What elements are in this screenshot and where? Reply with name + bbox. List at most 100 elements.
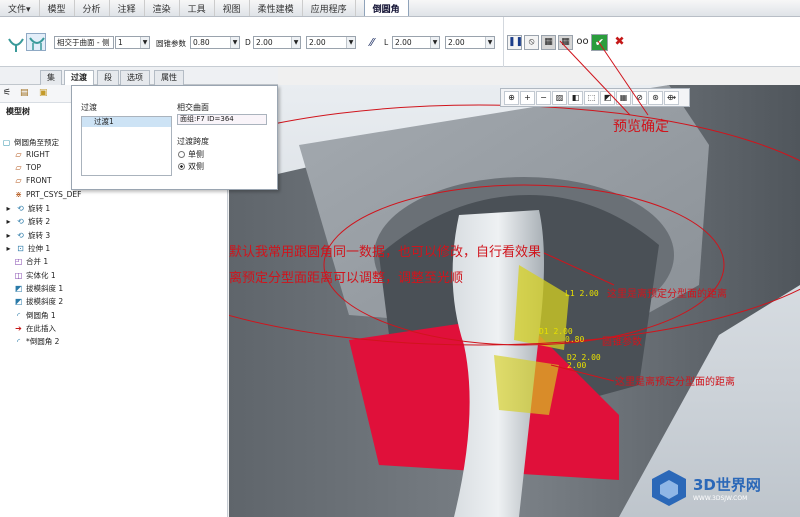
display-style-icon[interactable]: ◩ — [600, 90, 615, 105]
draft-icon: ◩ — [14, 284, 23, 293]
attached-preview-button[interactable]: ▦ — [558, 35, 573, 50]
tab-sets[interactable]: 集 — [40, 70, 62, 85]
tree-item-label: TOP — [26, 163, 42, 172]
menu-file[interactable]: 文件▾ — [0, 0, 40, 16]
cancel-button[interactable]: ✖ — [612, 35, 627, 50]
annotation-dist-note2: 这里是离预定分型面的距离 — [615, 377, 735, 388]
tab-applications[interactable]: 应用程序 — [303, 0, 356, 16]
tab-tools[interactable]: 工具 — [180, 0, 215, 16]
span-label: 过渡跨度 — [177, 137, 209, 146]
transition-list[interactable]: 过渡1 — [81, 116, 172, 176]
expand-arrow-icon[interactable]: ▸ — [4, 244, 13, 253]
tree-settings-icon[interactable]: ⚟ — [3, 88, 15, 100]
radio-single-side[interactable]: 单侧 — [178, 149, 204, 160]
round-icon: ◜ — [16, 311, 21, 320]
round-count-select[interactable]: 1 ▼ — [115, 36, 150, 49]
tab-transitions[interactable]: 过渡 — [64, 70, 94, 86]
pause-button[interactable]: ❚❚ — [507, 35, 523, 50]
revolve-icon: ⟲ — [17, 204, 24, 213]
solidify-icon: ◫ — [14, 271, 23, 280]
tree-item-top[interactable]: ▱ TOP — [14, 163, 41, 172]
radio-both-sides[interactable]: 双侧 — [178, 161, 204, 172]
expand-arrow-icon[interactable]: ▸ — [4, 204, 13, 213]
spin-center-icon[interactable]: ⊛ — [648, 90, 663, 105]
conic-param-field[interactable]: 0.80 ▼ — [190, 36, 240, 49]
graphics-window[interactable]: 默认我常用跟圆角同一数据，也可以修改，自行看效果 离预定分型面距离可以调整，调整… — [229, 85, 800, 517]
chevron-down-icon: ▼ — [346, 37, 355, 48]
tree-item-label: 实体化 1 — [26, 271, 56, 280]
tab-segments[interactable]: 段 — [97, 70, 119, 85]
perspective-icon[interactable]: ▦ — [616, 90, 631, 105]
zoom-out-icon[interactable]: − — [536, 90, 551, 105]
ribbon-separator — [503, 17, 504, 67]
constant-round-icon[interactable] — [6, 35, 26, 53]
cube-logo-icon — [652, 469, 686, 506]
ok-button[interactable]: ✔ — [591, 34, 608, 51]
tree-item-label: *倒圆角 2 — [26, 337, 60, 346]
tree-item-merge-1[interactable]: ◰ 合并 1 — [14, 256, 48, 267]
tree-item-label: 拔模斜度 1 — [26, 284, 64, 293]
tree-item-draft-1[interactable]: ◩ 拔模斜度 1 — [14, 283, 63, 294]
radio-label: 单侧 — [188, 150, 204, 159]
tab-round[interactable]: 倒圆角 — [363, 0, 409, 16]
dim-conic-a: 0.80 — [565, 335, 585, 344]
expand-arrow-icon[interactable]: ▸ — [4, 217, 13, 226]
d-field-2[interactable]: 2.00 ▼ — [306, 36, 356, 49]
variable-round-icon[interactable] — [26, 33, 46, 51]
saved-views-icon[interactable]: ⬚ — [584, 90, 599, 105]
tree-item-draft-2[interactable]: ◩ 拔模斜度 2 — [14, 296, 63, 307]
tab-options[interactable]: 选项 — [120, 70, 150, 85]
datum-plane-icon: ▱ — [15, 163, 22, 172]
tree-item-solidify-1[interactable]: ◫ 实体化 1 — [14, 270, 56, 281]
repaint-icon[interactable]: ▨ — [552, 90, 567, 105]
tab-properties[interactable]: 属性 — [154, 70, 184, 85]
no-preview-button[interactable]: ⦸ — [524, 35, 539, 50]
tree-item-root[interactable]: ▢ 倒圆角至预定 — [2, 137, 59, 148]
tree-item-round-2[interactable]: ◜ *倒圆角 2 — [14, 336, 59, 347]
tab-analysis[interactable]: 分析 — [75, 0, 110, 16]
watermark-url: WWW.3DSJW.COM — [693, 494, 748, 502]
tree-item-round-1[interactable]: ◜ 倒圆角 1 — [14, 310, 56, 321]
tab-view[interactable]: 视图 — [215, 0, 250, 16]
tree-item-right[interactable]: ▱ RIGHT — [14, 150, 49, 159]
folder-icon[interactable]: ▣ — [39, 88, 51, 100]
round-mode-select[interactable]: 相交于曲面 - 侧 — [54, 36, 114, 49]
transition-list-item[interactable]: 过渡1 — [82, 117, 171, 127]
verify-glasses-icon[interactable]: oo — [575, 35, 590, 50]
reorient-icon[interactable]: ◧ — [568, 90, 583, 105]
datum-display-icon[interactable]: ⊘ — [632, 90, 647, 105]
tree-item-extrude-1[interactable]: ▸ ⊡ 拉伸 1 — [4, 243, 50, 254]
zoom-in-icon[interactable]: + — [520, 90, 535, 105]
tree-item-label: PRT_CSYS_DEF — [26, 190, 82, 199]
csys-icon: ⋇ — [15, 190, 22, 199]
tree-item-revolve-3[interactable]: ▸ ⟲ 旋转 3 — [4, 230, 50, 241]
tab-render[interactable]: 渲染 — [145, 0, 180, 16]
radio-checked-icon — [178, 163, 185, 170]
tree-item-front[interactable]: ▱ FRONT — [14, 176, 51, 185]
tab-flexible-modeling[interactable]: 柔性建模 — [250, 0, 303, 16]
chevron-down-icon: ▼ — [291, 37, 300, 48]
flip-icon[interactable]: ⁄⁄ — [362, 35, 382, 53]
intersect-surface-field[interactable]: 面组:F7 ID=364 — [177, 114, 267, 125]
tree-item-revolve-2[interactable]: ▸ ⟲ 旋转 2 — [4, 216, 50, 227]
tree-item-label: 旋转 2 — [28, 217, 51, 226]
d-field-1[interactable]: 2.00 ▼ — [253, 36, 301, 49]
tree-item-label: 倒圆角至预定 — [14, 138, 59, 147]
round-dashboard: 相交于曲面 - 侧 1 ▼ 圆锥参数 0.80 ▼ D 2.00 ▼ 2.00 ▼ ⁄⁄… — [0, 17, 800, 67]
model-tree-title: 模型树 — [6, 107, 30, 116]
tab-model[interactable]: 模型 — [40, 0, 75, 16]
l-field-2[interactable]: 2.00 ▼ — [445, 36, 495, 49]
layers-icon[interactable]: ▤ — [20, 88, 32, 100]
refit-icon[interactable]: ⊕ — [504, 90, 519, 105]
l-field-1[interactable]: 2.00 ▼ — [392, 36, 440, 49]
tree-item-label: 拔模斜度 2 — [26, 297, 64, 306]
preview-icon[interactable]: ▦ — [541, 35, 556, 50]
tree-item-insert-here[interactable]: ➔ 在此插入 — [14, 323, 56, 334]
expand-arrow-icon[interactable]: ▸ — [4, 231, 13, 240]
tree-item-label: 在此插入 — [26, 324, 56, 333]
selected-round-preview-2 — [494, 355, 559, 415]
annotation-display-icon[interactable]: ⟴ — [664, 90, 679, 105]
tree-item-revolve-1[interactable]: ▸ ⟲ 旋转 1 — [4, 203, 50, 214]
tab-annotate[interactable]: 注释 — [110, 0, 145, 16]
tree-item-csys[interactable]: ⋇ PRT_CSYS_DEF — [14, 190, 81, 199]
